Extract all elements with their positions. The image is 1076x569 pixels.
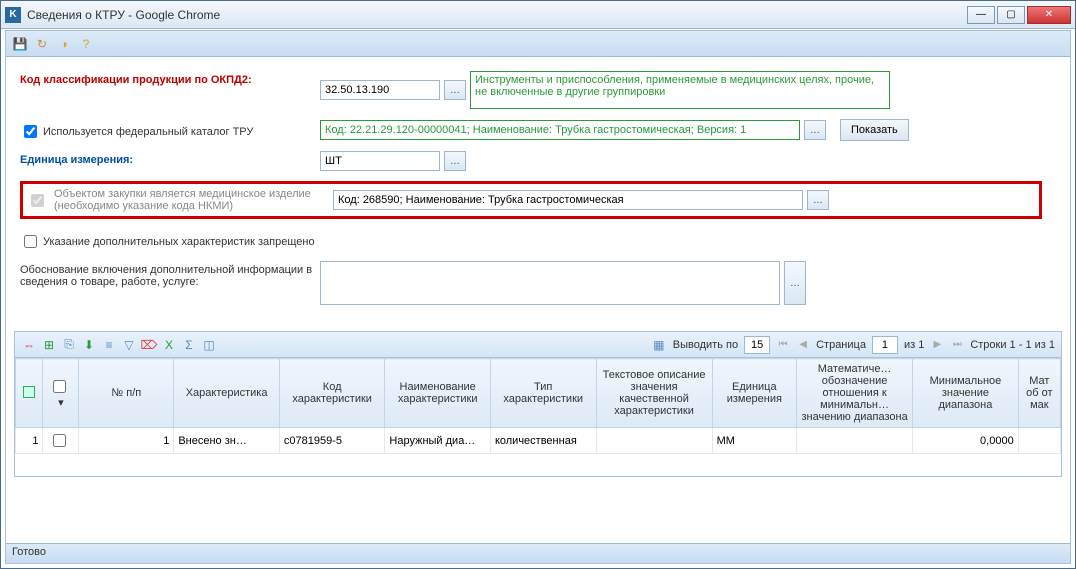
- per-page-label: Выводить по: [673, 339, 738, 351]
- col-char-code[interactable]: Код характеристики: [279, 359, 385, 428]
- grid-excel-icon[interactable]: X: [161, 337, 177, 353]
- row-npp: 1: [79, 428, 174, 454]
- medical-device-input[interactable]: [333, 190, 803, 210]
- show-button[interactable]: Показать: [840, 119, 909, 141]
- medical-device-checkbox: [31, 194, 44, 207]
- row-checkbox[interactable]: [53, 434, 66, 447]
- of-label: из 1: [904, 339, 924, 351]
- okpd2-input[interactable]: [320, 80, 440, 100]
- prev-page-button[interactable]: ◀: [796, 338, 810, 352]
- grid-sum-icon[interactable]: Σ: [181, 337, 197, 353]
- grid-header-row: ▾ № п/п Характеристика Код характеристик…: [16, 359, 1061, 428]
- help-icon[interactable]: ?: [78, 36, 94, 52]
- row-min-rel: [797, 428, 913, 454]
- medical-device-ellipsis[interactable]: …: [807, 190, 829, 210]
- grid-header-checkbox[interactable]: [53, 380, 66, 393]
- col-char-type[interactable]: Тип характеристики: [490, 359, 596, 428]
- coin-icon[interactable]: ◑: [56, 36, 72, 52]
- grid-chart-icon[interactable]: ◫: [201, 337, 217, 353]
- federal-catalog-input[interactable]: [320, 120, 800, 140]
- federal-catalog-ellipsis[interactable]: …: [804, 120, 826, 140]
- row-text-desc: [596, 428, 712, 454]
- minimize-button[interactable]: —: [967, 6, 995, 24]
- unit-input[interactable]: [320, 151, 440, 171]
- refresh-icon[interactable]: ↻: [34, 36, 50, 52]
- grid-toolbar: ⇔ ⊞ ⎘ ⬇ ≡ ▽ ⌦ X Σ ◫ ▦ Выводить по ⏮ ◀ Ст…: [15, 332, 1061, 358]
- col-npp[interactable]: № п/п: [79, 359, 174, 428]
- use-federal-catalog-checkbox[interactable]: [24, 125, 37, 138]
- status-bar: Готово: [6, 543, 1070, 563]
- row-min-val: 0,0000: [913, 428, 1019, 454]
- maximize-button[interactable]: ▢: [997, 6, 1025, 24]
- grid-scroll[interactable]: ▾ № п/п Характеристика Код характеристик…: [15, 358, 1061, 476]
- grid-pager: ▦ Выводить по ⏮ ◀ Страница из 1 ▶ ⏭ Стро…: [651, 336, 1055, 354]
- row-char-name: Наружный диа…: [385, 428, 491, 454]
- justification-label: Обоснование включения дополнительной инф…: [20, 261, 320, 288]
- rows-info: Строки 1 - 1 из 1: [970, 339, 1055, 351]
- grid-download-icon[interactable]: ⬇: [81, 337, 97, 353]
- app-icon: K: [5, 7, 21, 23]
- col-text-desc[interactable]: Текстовое описание значения качественной…: [596, 359, 712, 428]
- col-char-name[interactable]: Наименование характеристики: [385, 359, 491, 428]
- extra-chars-forbidden-checkbox[interactable]: [24, 235, 37, 248]
- col-min-val[interactable]: Минимальное значение диапазона: [913, 359, 1019, 428]
- table-row[interactable]: 1 1 Внесено зн… c0781959-5 Наружный диа……: [16, 428, 1061, 454]
- save-icon[interactable]: 💾: [12, 36, 28, 52]
- col-max-rel[interactable]: Мат об от мак: [1018, 359, 1060, 428]
- grid-table: ▾ № п/п Характеристика Код характеристик…: [15, 358, 1061, 454]
- grid-select-all-icon[interactable]: [23, 386, 35, 398]
- justification-textarea[interactable]: [320, 261, 780, 305]
- medical-device-highlight: Объектом закупки является медицинское из…: [20, 181, 1042, 219]
- page-input[interactable]: [872, 336, 898, 354]
- okpd2-ellipsis[interactable]: …: [444, 80, 466, 100]
- page-settings-icon[interactable]: ▦: [651, 337, 667, 353]
- use-federal-catalog-label: Используется федеральный каталог ТРУ: [43, 126, 253, 138]
- medical-device-label: Объектом закупки является медицинское из…: [54, 188, 329, 212]
- grid-node-icon[interactable]: ⊞: [41, 337, 57, 353]
- next-page-button[interactable]: ▶: [930, 338, 944, 352]
- grid-list-icon[interactable]: ≡: [101, 337, 117, 353]
- close-button[interactable]: ✕: [1027, 6, 1071, 24]
- unit-ellipsis[interactable]: …: [444, 151, 466, 171]
- row-number: 1: [16, 428, 43, 454]
- row-char-type: количественная: [490, 428, 596, 454]
- per-page-input[interactable]: [744, 336, 770, 354]
- titlebar: K Сведения о КТРУ - Google Chrome — ▢ ✕: [1, 1, 1075, 29]
- grid-clear-filter-icon[interactable]: ⌦: [141, 337, 157, 353]
- main-toolbar: 💾 ↻ ◑ ?: [6, 31, 1070, 57]
- app-window: K Сведения о КТРУ - Google Chrome — ▢ ✕ …: [0, 0, 1076, 569]
- form-area: Код классификации продукции по ОКПД2: … …: [6, 57, 1070, 323]
- grid-filter-icon[interactable]: ▽: [121, 337, 137, 353]
- row-unit: ММ: [712, 428, 796, 454]
- okpd2-description: Инструменты и приспособления, применяемы…: [470, 71, 890, 109]
- col-min-rel[interactable]: Математиче… обозначение отношения к мини…: [797, 359, 913, 428]
- col-unit[interactable]: Единица измерения: [712, 359, 796, 428]
- unit-label: Единица измерения:: [20, 151, 320, 166]
- grid-link-icon[interactable]: ⇔: [21, 337, 37, 353]
- grid-copy-icon[interactable]: ⎘: [61, 337, 77, 353]
- justification-ellipsis[interactable]: …: [784, 261, 806, 305]
- last-page-button[interactable]: ⏭: [950, 338, 964, 352]
- extra-chars-forbidden-label: Указание дополнительных характеристик за…: [43, 236, 315, 248]
- window-title: Сведения о КТРУ - Google Chrome: [27, 8, 967, 22]
- row-max-rel: [1018, 428, 1060, 454]
- page-label: Страница: [816, 339, 866, 351]
- row-char-code: c0781959-5: [279, 428, 385, 454]
- row-characteristic: Внесено зн…: [174, 428, 280, 454]
- content-panel: 💾 ↻ ◑ ? Код классификации продукции по О…: [5, 30, 1071, 564]
- characteristics-grid: ⇔ ⊞ ⎘ ⬇ ≡ ▽ ⌦ X Σ ◫ ▦ Выводить по ⏮ ◀ Ст…: [14, 331, 1062, 477]
- col-characteristic[interactable]: Характеристика: [174, 359, 280, 428]
- first-page-button[interactable]: ⏮: [776, 338, 790, 352]
- okpd2-label: Код классификации продукции по ОКПД2:: [20, 71, 320, 86]
